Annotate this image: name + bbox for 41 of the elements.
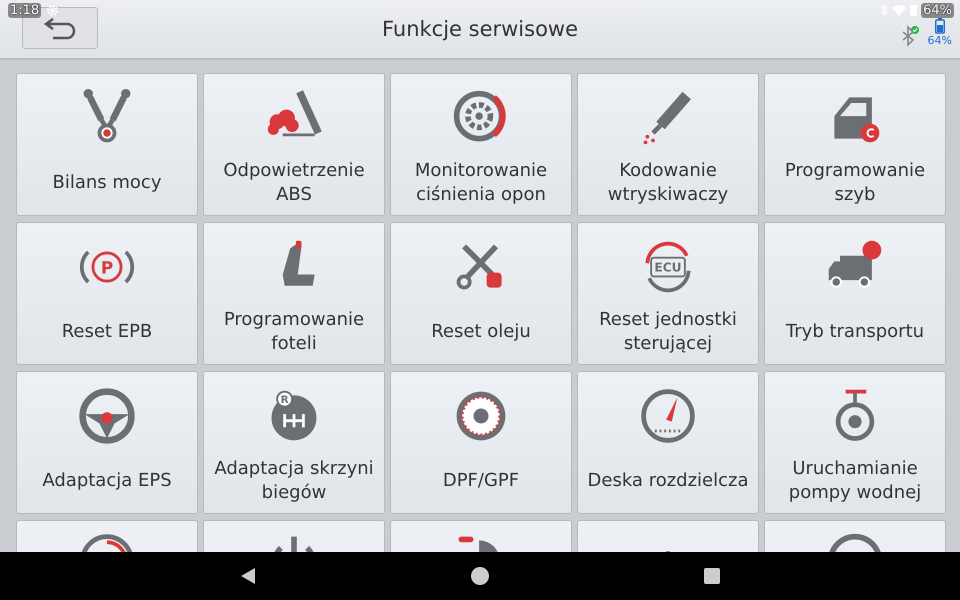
tile-label: Reset oleju <box>430 320 532 344</box>
tile-label: Deska rozdzielcza <box>586 468 750 492</box>
bluetooth-icon <box>900 25 920 47</box>
tile-label: Adaptacja EPS <box>41 468 173 492</box>
back-icon[interactable] <box>240 567 256 585</box>
tile-label: Bilans mocy <box>52 170 162 194</box>
tile-label: DPF/GPF <box>442 468 520 492</box>
function-tile[interactable]: Programowanie szyb <box>764 73 946 216</box>
function-tile[interactable]: Adaptacja EPS <box>16 371 198 514</box>
back-icon <box>43 16 77 40</box>
function-tile[interactable]: DPF/GPF <box>390 371 572 514</box>
home-icon[interactable] <box>471 567 489 585</box>
tile-label: Programowanie foteli <box>222 308 366 356</box>
function-tile[interactable]: Programowanie foteli <box>203 222 385 365</box>
tile-label: Monitorowanie ciśnienia opon <box>414 158 548 206</box>
function-tile[interactable]: P Reset EPB <box>16 222 198 365</box>
battery-percent: 64% <box>928 34 952 47</box>
function-tile[interactable]: ECU Reset jednostki sterującej <box>577 222 759 365</box>
tile-label: Reset jednostki sterującej <box>598 308 738 356</box>
tile-label: Tryb transportu <box>784 320 926 344</box>
clock: 1:18 <box>8 2 42 18</box>
function-tile[interactable]: Reset oleju <box>390 222 572 365</box>
function-tile[interactable]: Monitorowanie ciśnienia opon <box>390 73 572 216</box>
settings-icon <box>46 4 60 16</box>
tile-label: Kodowanie wtryskiwaczy <box>606 158 730 206</box>
tile-label: Adaptacja skrzyni biegów <box>213 456 375 504</box>
function-tile[interactable]: Deska rozdzielcza <box>577 371 759 514</box>
tile-label: Reset EPB <box>60 320 154 344</box>
function-tile[interactable]: Kodowanie wtryskiwaczy <box>577 73 759 216</box>
function-tile[interactable]: Uruchamianie pompy wodnej <box>764 371 946 514</box>
screen-title: Funkcje serwisowe <box>382 17 578 41</box>
steering-wheel-icon <box>77 386 137 446</box>
function-tile[interactable]: Odpowietrzenie ABS <box>203 73 385 216</box>
tile-label: Programowanie szyb <box>784 158 926 206</box>
function-tile[interactable]: Bilans mocy <box>16 73 198 216</box>
tile-label: Uruchamianie pompy wodnej <box>788 456 922 504</box>
battery-icon <box>934 18 945 34</box>
battery-percent: 64% <box>921 2 954 18</box>
function-tile[interactable]: R Adaptacja skrzyni biegów <box>203 371 385 514</box>
tile-label: Odpowietrzenie ABS <box>222 158 366 206</box>
function-tile[interactable]: Tryb transportu <box>764 222 946 365</box>
